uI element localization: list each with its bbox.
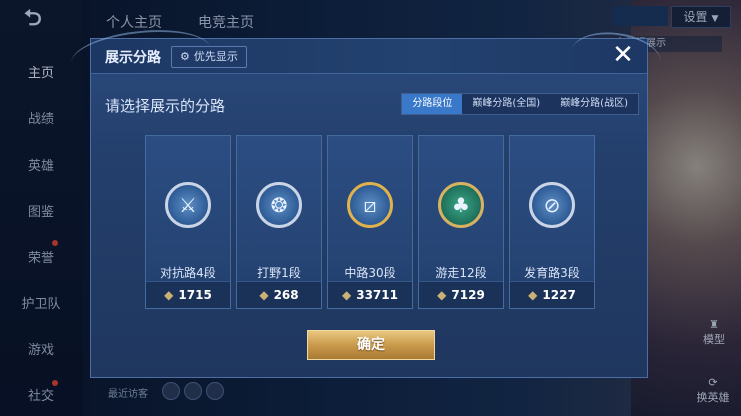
points-value: 7129 [451, 288, 485, 302]
confirm-button[interactable]: 确定 [307, 330, 435, 360]
lane-card-points: ◆ 7129 [419, 281, 503, 308]
points-value: 33711 [356, 288, 398, 302]
dialog-header: 展示分路 ⚙ 优先显示 ✕ [68, 23, 664, 89]
points-icon: ◆ [437, 288, 447, 302]
points-icon: ◆ [528, 288, 538, 302]
priority-display-button[interactable]: ⚙ 优先显示 [171, 46, 247, 68]
points-icon: ◆ [259, 288, 269, 302]
roam-badge-icon: ♣ [438, 182, 484, 228]
dialog-title: 展示分路 [105, 50, 161, 66]
points-icon: ◆ [342, 288, 352, 302]
points-icon: ◆ [164, 288, 174, 302]
lane-type-tabs: 分路段位 巅峰分路(全国) 巅峰分路(战区) [401, 93, 639, 115]
priority-display-label: 优先显示 [193, 50, 238, 63]
jungle-badge-icon: ❂ [256, 182, 302, 228]
close-icon[interactable]: ✕ [609, 41, 637, 69]
points-value: 268 [273, 288, 299, 302]
lane-card-label: 游走12段 [435, 266, 487, 280]
tab-peak-national[interactable]: 巅峰分路(全国) [462, 94, 550, 114]
lane-display-dialog: 展示分路 ⚙ 优先显示 ✕ 请选择展示的分路 分路段位 巅峰分路(全国) 巅峰分路… [68, 23, 664, 378]
lane-card-roam[interactable]: ♣ 游走12段 ◆ 7129 [418, 135, 504, 309]
lane-card-points: ◆ 33711 [328, 281, 412, 308]
lane-card-mid[interactable]: ⧄ 中路30段 ◆ 33711 [327, 135, 413, 309]
farm-lane-badge-icon: ⊘ [529, 182, 575, 228]
points-value: 1227 [542, 288, 576, 302]
lane-card-farm[interactable]: ⊘ 发育路3段 ◆ 1227 [509, 135, 595, 309]
lane-card-label: 中路30段 [344, 266, 396, 280]
clash-lane-badge-icon: ⚔ [165, 182, 211, 228]
dialog-subtitle: 请选择展示的分路 [105, 97, 226, 115]
lane-card-list: ⚔ 对抗路4段 ◆ 1715 ❂ 打野1段 ◆ 268 ⧄ 中路30段 ◆ 33711… [145, 135, 605, 309]
tab-lane-rank[interactable]: 分路段位 [402, 94, 463, 114]
lane-card-points: ◆ 268 [237, 281, 321, 308]
tab-peak-region[interactable]: 巅峰分路(战区) [550, 94, 638, 114]
lane-card-points: ◆ 1227 [510, 281, 594, 308]
lane-card-label: 对抗路4段 [160, 266, 216, 280]
gear-icon: ⚙ [180, 50, 190, 63]
lane-card-jungle[interactable]: ❂ 打野1段 ◆ 268 [236, 135, 322, 309]
lane-card-clash[interactable]: ⚔ 对抗路4段 ◆ 1715 [145, 135, 231, 309]
lane-card-points: ◆ 1715 [146, 281, 230, 308]
mid-lane-badge-icon: ⧄ [347, 182, 393, 228]
lane-card-label: 打野1段 [257, 266, 301, 280]
points-value: 1715 [178, 288, 212, 302]
lane-card-label: 发育路3段 [524, 266, 580, 280]
